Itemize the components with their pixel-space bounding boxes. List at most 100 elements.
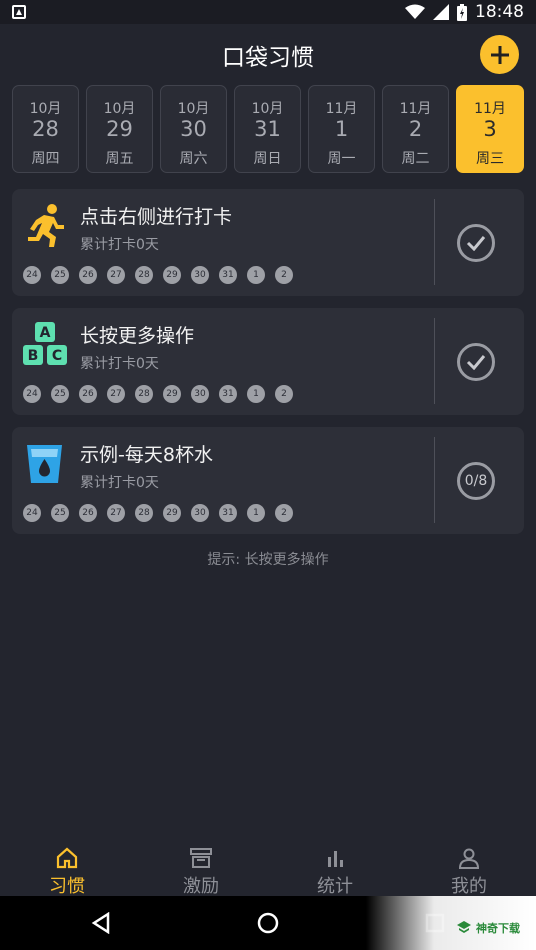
nav-tab-rewards[interactable]: 激励: [134, 838, 268, 897]
date-month: 10月: [177, 101, 210, 117]
date-weekday: 周五: [105, 151, 134, 167]
check-in-button[interactable]: [457, 343, 495, 381]
habit-name: 点击右侧进行打卡: [80, 206, 233, 228]
day-dot: 1: [247, 504, 265, 522]
habit-card[interactable]: A B C 长按更多操作 累计打卡0天 24 25 26 27 28 29 30…: [12, 308, 524, 415]
habit-card[interactable]: 示例-每天8杯水 累计打卡0天 24 25 26 27 28 29 30 31 …: [12, 427, 524, 534]
date-month: 10月: [103, 101, 136, 117]
date-cell[interactable]: 10月 30 周六: [160, 85, 227, 173]
date-day: 31: [254, 117, 281, 141]
habit-card[interactable]: 点击右侧进行打卡 累计打卡0天 24 25 26 27 28 29 30 31 …: [12, 189, 524, 296]
date-cell-selected[interactable]: 11月 3 周三: [456, 85, 524, 173]
day-dot: 26: [79, 385, 97, 403]
date-day: 28: [32, 117, 59, 141]
day-dot: 29: [163, 504, 181, 522]
date-weekday: 周日: [253, 151, 282, 167]
date-weekday: 周六: [179, 151, 208, 167]
running-person-icon: [28, 204, 64, 247]
day-dot: 2: [275, 385, 293, 403]
nav-tab-stats[interactable]: 统计: [268, 838, 402, 897]
home-button[interactable]: [253, 908, 283, 938]
day-dot: 2: [275, 266, 293, 284]
watermark-text: 神奇下载: [476, 922, 520, 935]
status-bar: 18:48: [0, 0, 536, 24]
nav-tab-profile[interactable]: 我的: [402, 838, 536, 897]
check-icon: [466, 355, 486, 370]
signal-icon: [433, 4, 449, 20]
back-button[interactable]: [86, 908, 116, 938]
day-dot: 25: [51, 266, 69, 284]
day-dot: 31: [219, 266, 237, 284]
day-dot: 27: [107, 504, 125, 522]
habit-total-days: 累计打卡0天: [80, 475, 159, 491]
divider: [434, 318, 435, 404]
day-dot: 24: [23, 385, 41, 403]
date-day: 30: [180, 117, 207, 141]
date-month: 11月: [399, 101, 432, 117]
nav-tab-habits[interactable]: 习惯: [0, 838, 134, 897]
date-month: 10月: [29, 101, 62, 117]
day-dot: 30: [191, 385, 209, 403]
svg-text:A: A: [40, 325, 51, 341]
divider: [434, 199, 435, 285]
home-circle-icon: [257, 912, 279, 934]
date-month: 10月: [251, 101, 284, 117]
day-dot: 1: [247, 266, 265, 284]
day-dot: 29: [163, 266, 181, 284]
nav-label: 统计: [317, 876, 353, 897]
day-dot: 28: [135, 504, 153, 522]
habit-name: 示例-每天8杯水: [80, 444, 213, 466]
home-icon: [56, 847, 78, 869]
check-icon: [466, 236, 486, 251]
date-day: 3: [483, 117, 497, 141]
day-dot: 27: [107, 385, 125, 403]
bar-chart-icon: [328, 851, 343, 867]
hint-text: 提示: 长按更多操作: [207, 552, 329, 568]
date-weekday: 周三: [476, 151, 504, 167]
day-dot: 31: [219, 504, 237, 522]
date-day: 1: [334, 117, 349, 141]
date-cell[interactable]: 10月 28 周四: [12, 85, 79, 173]
date-month: 11月: [474, 101, 506, 117]
divider: [434, 437, 435, 523]
nav-label: 我的: [451, 876, 487, 897]
reward-icon: [190, 848, 212, 868]
day-dot: 28: [135, 266, 153, 284]
abc-blocks-icon: A B C: [23, 322, 67, 365]
habit-name: 长按更多操作: [80, 325, 195, 347]
battery-icon: [457, 3, 467, 21]
habit-total-days: 累计打卡0天: [80, 237, 159, 253]
day-dot: 30: [191, 504, 209, 522]
back-triangle-icon: [91, 912, 110, 934]
date-month: 11月: [325, 101, 358, 117]
watermark-logo-icon: [457, 921, 471, 933]
date-cell[interactable]: 10月 31 周日: [234, 85, 301, 173]
nav-label: 习惯: [49, 876, 85, 897]
svg-text:B: B: [28, 348, 39, 364]
wifi-icon: [405, 4, 425, 19]
date-cell[interactable]: 11月 2 周二: [382, 85, 449, 173]
count-progress-button[interactable]: 0/8: [457, 462, 495, 500]
notification-icon: [12, 5, 26, 19]
nav-label: 激励: [183, 876, 219, 897]
page-title: 口袋习惯: [222, 45, 314, 71]
day-dot: 29: [163, 385, 181, 403]
date-day: 29: [106, 117, 133, 141]
day-dot: 27: [107, 266, 125, 284]
day-dot: 2: [275, 504, 293, 522]
check-in-button[interactable]: [457, 224, 495, 262]
date-weekday: 周四: [31, 151, 60, 167]
day-dot: 26: [79, 266, 97, 284]
date-day: 2: [408, 117, 423, 141]
day-dot: 25: [51, 504, 69, 522]
date-weekday: 周二: [401, 151, 430, 167]
status-time: 18:48: [475, 2, 524, 22]
date-cell[interactable]: 10月 29 周五: [86, 85, 153, 173]
bottom-nav: 习惯 激励 统计 我的: [0, 838, 536, 897]
day-dot: 24: [23, 504, 41, 522]
date-cell[interactable]: 11月 1 周一: [308, 85, 375, 173]
day-dot: 1: [247, 385, 265, 403]
add-habit-button[interactable]: [480, 35, 519, 74]
status-icons: 18:48: [405, 2, 524, 22]
day-dot: 28: [135, 385, 153, 403]
